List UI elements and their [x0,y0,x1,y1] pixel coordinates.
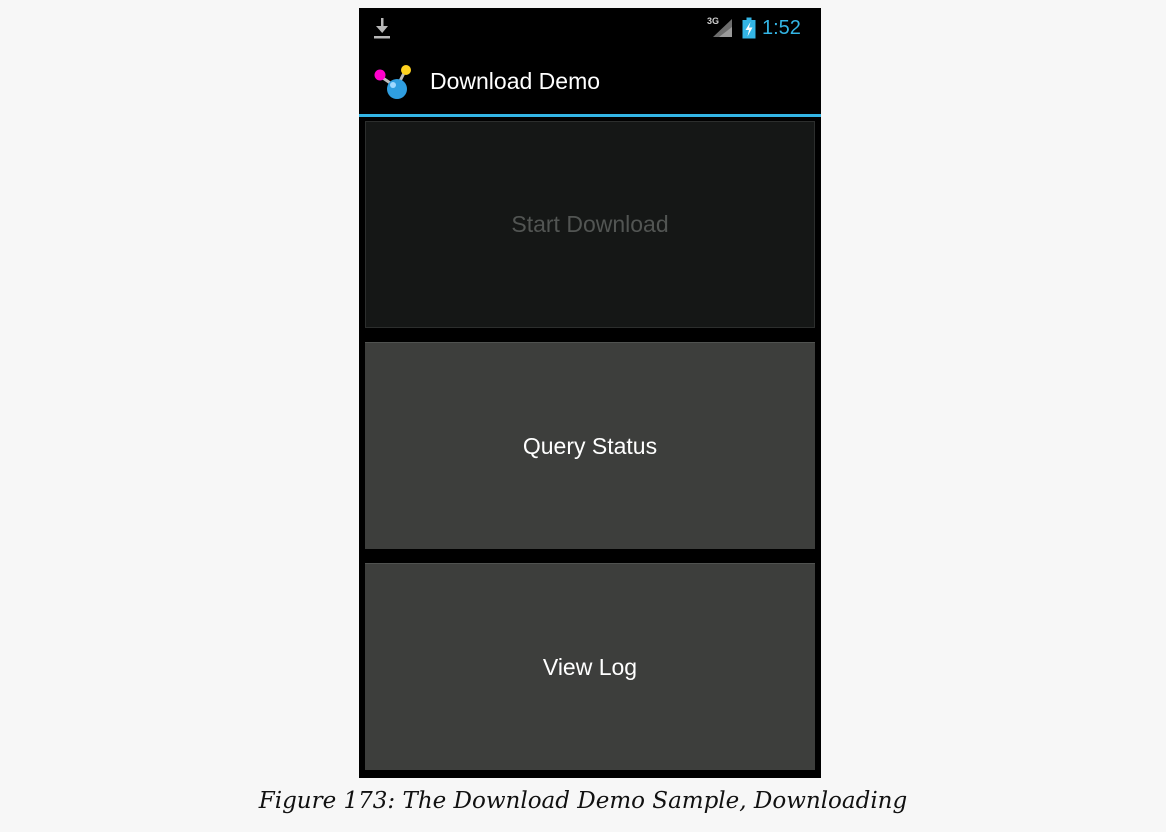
figure-caption: Figure 173: The Download Demo Sample, Do… [258,788,908,814]
view-log-button[interactable]: View Log [365,563,815,770]
query-status-label: Query Status [522,432,658,459]
status-bar: 3G 1:52 [359,8,821,48]
signal-3g-icon: 3G [707,16,732,37]
app-logo-icon[interactable] [373,63,423,101]
button-list: Start Download Query Status View Log [359,117,821,778]
battery-charging-icon [742,17,756,39]
page: 3G 1:52 Download Demo Start Download Que… [0,0,1166,832]
phone-screen: 3G 1:52 Download Demo Start Download Que… [359,8,821,778]
status-clock: 1:52 [762,17,801,39]
start-download-button[interactable]: Start Download [365,121,815,328]
network-type-label: 3G [707,16,719,26]
start-download-label: Start Download [511,211,669,237]
app-title: Download Demo [430,68,601,94]
view-log-label: View Log [542,653,638,680]
query-status-button[interactable]: Query Status [365,342,815,549]
action-bar: Download Demo [359,48,821,117]
download-icon[interactable] [373,17,391,39]
